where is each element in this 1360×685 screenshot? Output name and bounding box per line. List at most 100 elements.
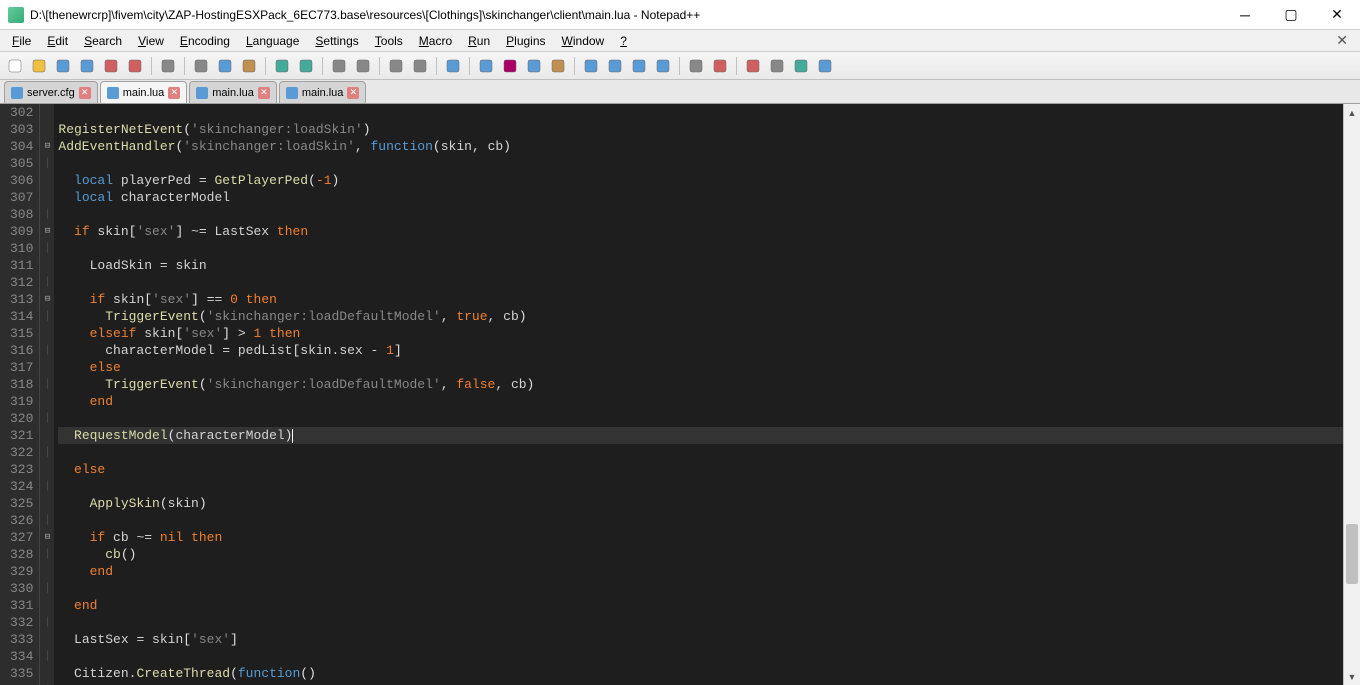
redo-button[interactable] bbox=[295, 55, 317, 77]
play-rec-button[interactable] bbox=[790, 55, 812, 77]
lang-button[interactable] bbox=[547, 55, 569, 77]
tab-3[interactable]: main.lua✕ bbox=[279, 81, 367, 103]
chars-button[interactable] bbox=[499, 55, 521, 77]
playback-button[interactable] bbox=[709, 55, 731, 77]
tab-close-icon[interactable]: ✕ bbox=[258, 87, 270, 99]
zoom-out-button[interactable] bbox=[409, 55, 431, 77]
code-line[interactable] bbox=[58, 274, 1343, 291]
code-line[interactable]: end bbox=[58, 393, 1343, 410]
code-line[interactable] bbox=[58, 478, 1343, 495]
save-button[interactable] bbox=[52, 55, 74, 77]
sync-button[interactable] bbox=[442, 55, 464, 77]
comment-button[interactable] bbox=[604, 55, 626, 77]
code-editor[interactable]: 3023033043053063073083093103113123133143… bbox=[0, 104, 1343, 685]
code-line[interactable]: characterModel = pedList[skin.sex - 1] bbox=[58, 342, 1343, 359]
menu-macro[interactable]: Macro bbox=[411, 32, 460, 50]
menu-encoding[interactable]: Encoding bbox=[172, 32, 238, 50]
stop-button[interactable] bbox=[766, 55, 788, 77]
find-button[interactable] bbox=[328, 55, 350, 77]
menu-edit[interactable]: Edit bbox=[39, 32, 76, 50]
menubar-close-icon[interactable]: ✕ bbox=[1328, 32, 1356, 49]
scroll-down-icon[interactable]: ▼ bbox=[1344, 668, 1360, 685]
close-button[interactable] bbox=[100, 55, 122, 77]
tab-2[interactable]: main.lua✕ bbox=[189, 81, 277, 103]
eol-button[interactable] bbox=[580, 55, 602, 77]
code-line[interactable]: if skin['sex'] ~= LastSex then bbox=[58, 223, 1343, 240]
open-button[interactable] bbox=[28, 55, 50, 77]
code-line[interactable] bbox=[58, 410, 1343, 427]
uncomment-button[interactable] bbox=[628, 55, 650, 77]
menu-window[interactable]: Window bbox=[554, 32, 613, 50]
maximize-button[interactable]: ▢ bbox=[1268, 0, 1314, 30]
menu-help[interactable]: ? bbox=[612, 32, 635, 50]
close-button[interactable]: ✕ bbox=[1314, 0, 1360, 30]
code-line[interactable]: LastSex = skin['sex'] bbox=[58, 631, 1343, 648]
play-button[interactable] bbox=[814, 55, 836, 77]
copy-button[interactable] bbox=[214, 55, 236, 77]
fold-column[interactable]: ⊟││⊟││⊟│││││││⊟│││││ bbox=[40, 104, 54, 685]
tab-0[interactable]: server.cfg✕ bbox=[4, 81, 98, 103]
undo-button[interactable] bbox=[271, 55, 293, 77]
fold-marker[interactable]: ⊟ bbox=[40, 291, 54, 308]
code-line[interactable] bbox=[58, 444, 1343, 461]
menu-search[interactable]: Search bbox=[76, 32, 130, 50]
wrap-button[interactable] bbox=[475, 55, 497, 77]
tab-1[interactable]: main.lua✕ bbox=[100, 81, 188, 103]
tab-close-icon[interactable]: ✕ bbox=[168, 87, 180, 99]
code-line[interactable]: else bbox=[58, 461, 1343, 478]
menu-file[interactable]: File bbox=[4, 32, 39, 50]
menu-settings[interactable]: Settings bbox=[307, 32, 366, 50]
function-button[interactable] bbox=[652, 55, 674, 77]
scroll-thumb[interactable] bbox=[1346, 524, 1358, 584]
code-line[interactable]: local playerPed = GetPlayerPed(-1) bbox=[58, 172, 1343, 189]
code-line[interactable]: ApplySkin(skin) bbox=[58, 495, 1343, 512]
fold-marker[interactable]: ⊟ bbox=[40, 223, 54, 240]
fold-marker[interactable]: ⊟ bbox=[40, 138, 54, 155]
menu-language[interactable]: Language bbox=[238, 32, 307, 50]
code-line[interactable]: TriggerEvent('skinchanger:loadDefaultMod… bbox=[58, 308, 1343, 325]
code-line[interactable]: LoadSkin = skin bbox=[58, 257, 1343, 274]
paste-button[interactable] bbox=[238, 55, 260, 77]
scroll-up-icon[interactable]: ▲ bbox=[1344, 104, 1360, 121]
menu-run[interactable]: Run bbox=[460, 32, 498, 50]
close-all-button[interactable] bbox=[124, 55, 146, 77]
code-line[interactable] bbox=[58, 648, 1343, 665]
code-line[interactable]: local characterModel bbox=[58, 189, 1343, 206]
code-line[interactable]: TriggerEvent('skinchanger:loadDefaultMod… bbox=[58, 376, 1343, 393]
code-line[interactable]: RequestModel(characterModel) bbox=[58, 427, 1343, 444]
code-line[interactable]: cb() bbox=[58, 546, 1343, 563]
bookmark-button[interactable] bbox=[685, 55, 707, 77]
code-line[interactable]: AddEventHandler('skinchanger:loadSkin', … bbox=[58, 138, 1343, 155]
print-button[interactable] bbox=[157, 55, 179, 77]
code-content[interactable]: RegisterNetEvent('skinchanger:loadSkin')… bbox=[54, 104, 1343, 685]
indent-button[interactable] bbox=[523, 55, 545, 77]
vertical-scrollbar[interactable]: ▲ ▼ bbox=[1343, 104, 1360, 685]
code-line[interactable] bbox=[58, 206, 1343, 223]
code-line[interactable]: if cb ~= nil then bbox=[58, 529, 1343, 546]
code-line[interactable] bbox=[58, 580, 1343, 597]
code-line[interactable] bbox=[58, 155, 1343, 172]
code-line[interactable]: Citizen.CreateThread(function() bbox=[58, 665, 1343, 682]
menu-plugins[interactable]: Plugins bbox=[498, 32, 553, 50]
code-line[interactable]: RegisterNetEvent('skinchanger:loadSkin') bbox=[58, 121, 1343, 138]
new-button[interactable] bbox=[4, 55, 26, 77]
code-line[interactable]: if skin['sex'] == 0 then bbox=[58, 291, 1343, 308]
minimize-button[interactable]: ─ bbox=[1222, 0, 1268, 30]
save-all-button[interactable] bbox=[76, 55, 98, 77]
tab-close-icon[interactable]: ✕ bbox=[79, 87, 91, 99]
code-line[interactable] bbox=[58, 614, 1343, 631]
fold-marker[interactable]: ⊟ bbox=[40, 529, 54, 546]
code-line[interactable]: elseif skin['sex'] > 1 then bbox=[58, 325, 1343, 342]
code-line[interactable] bbox=[58, 240, 1343, 257]
cut-button[interactable] bbox=[190, 55, 212, 77]
code-line[interactable]: end bbox=[58, 597, 1343, 614]
menu-tools[interactable]: Tools bbox=[367, 32, 411, 50]
replace-button[interactable] bbox=[352, 55, 374, 77]
code-line[interactable] bbox=[58, 512, 1343, 529]
zoom-in-button[interactable] bbox=[385, 55, 407, 77]
tab-close-icon[interactable]: ✕ bbox=[347, 87, 359, 99]
code-line[interactable] bbox=[58, 104, 1343, 121]
code-line[interactable]: else bbox=[58, 359, 1343, 376]
menu-view[interactable]: View bbox=[130, 32, 172, 50]
code-line[interactable]: end bbox=[58, 563, 1343, 580]
